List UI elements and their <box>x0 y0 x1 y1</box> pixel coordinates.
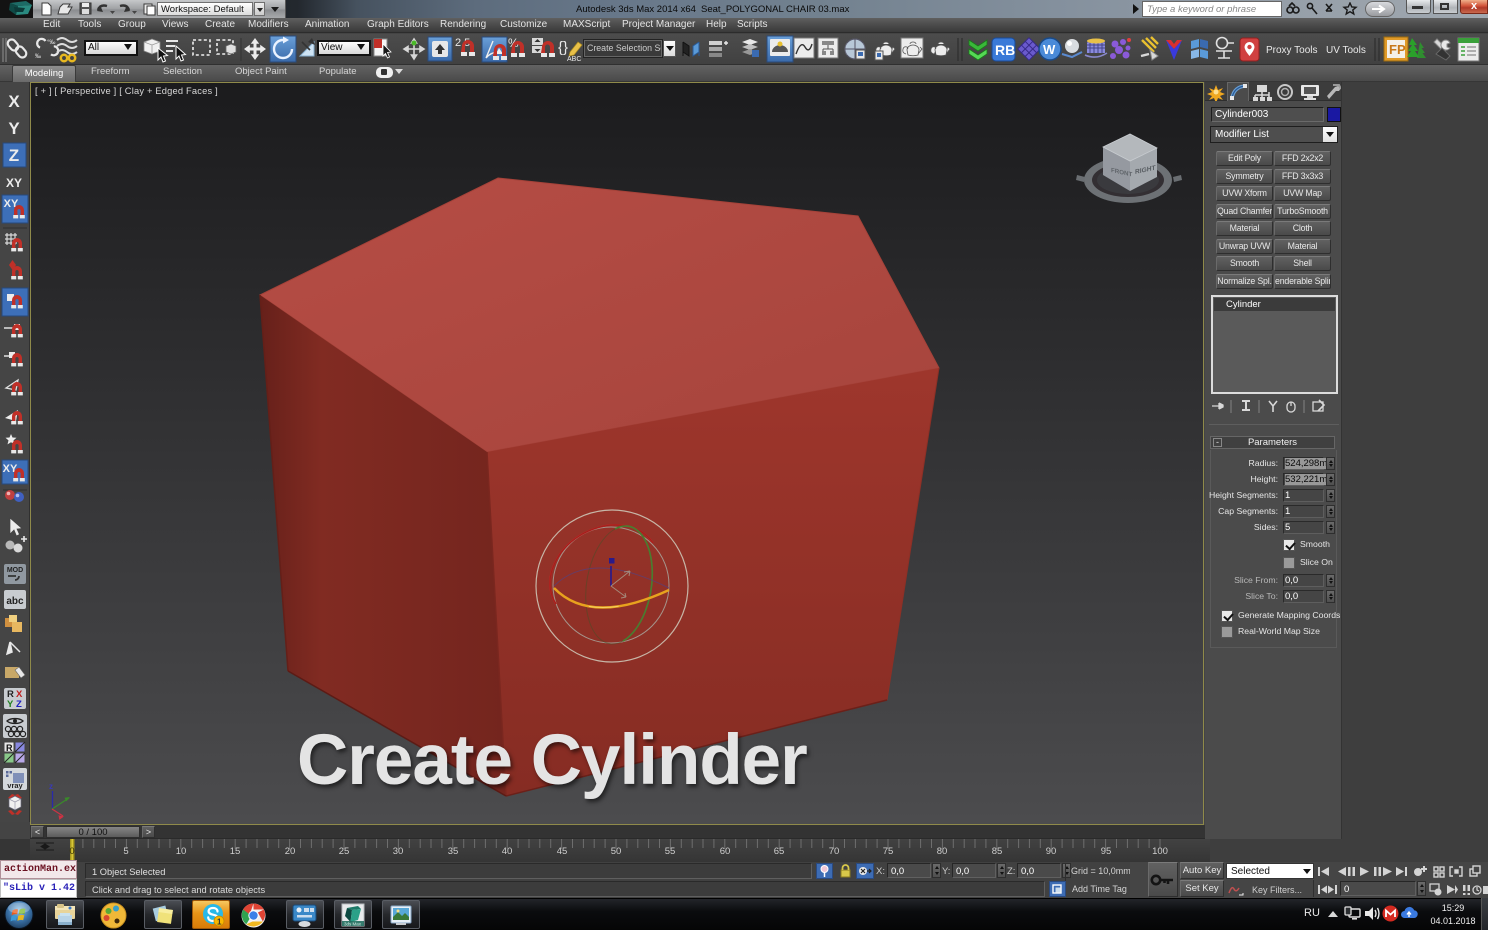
svg-text:Z: Z <box>16 699 22 710</box>
svg-text:X: X <box>8 92 20 111</box>
svg-text:‰: ‰ <box>35 54 41 60</box>
svg-text:R: R <box>6 743 13 753</box>
svg-text:z: z <box>49 782 53 791</box>
svg-text:Z: Z <box>9 146 19 165</box>
svg-text:Proxy Tools: Proxy Tools <box>1266 45 1318 56</box>
svg-text:Y: Y <box>7 699 14 710</box>
svg-text:XY: XY <box>6 176 22 190</box>
svg-text:Y: Y <box>8 119 20 138</box>
svg-text:W: W <box>1043 42 1056 57</box>
svg-text:RB: RB <box>995 42 1015 58</box>
svg-text:{}: {} <box>558 39 568 56</box>
svg-text:MOD: MOD <box>7 567 23 574</box>
svg-text:°‰: °‰ <box>47 40 55 46</box>
svg-text:FP: FP <box>1389 42 1406 57</box>
svg-text:1: 1 <box>217 918 222 927</box>
svg-text:ABC: ABC <box>567 56 581 63</box>
svg-text:abc: abc <box>6 596 24 607</box>
svg-text:UV Tools: UV Tools <box>1326 45 1366 56</box>
svg-text:3ds Max: 3ds Max <box>344 922 362 927</box>
svg-text:vray: vray <box>7 781 23 790</box>
